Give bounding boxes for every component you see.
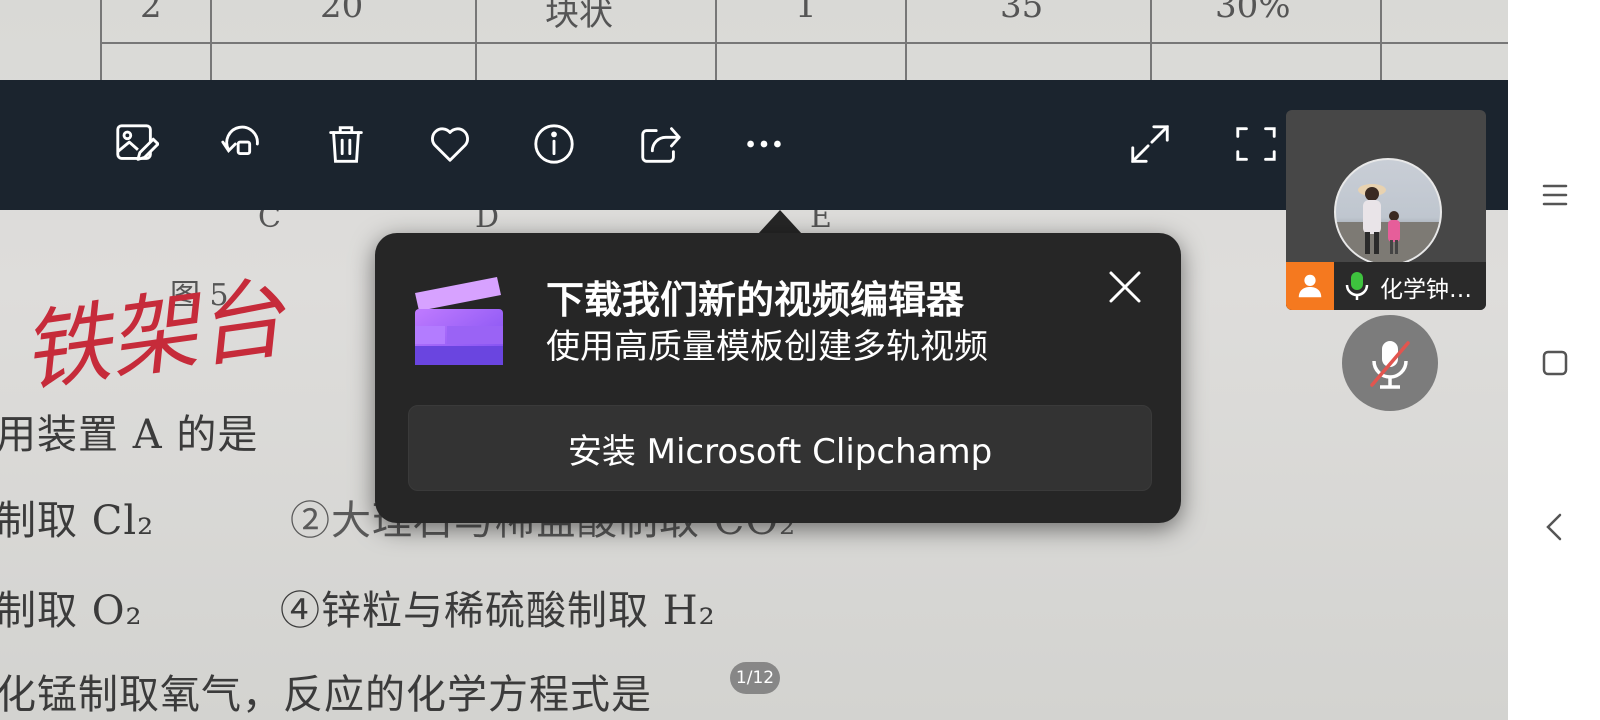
expand-icon <box>1131 125 1169 163</box>
participant-info-bar: 化学钟… <box>1286 262 1486 310</box>
microphone-muted-icon <box>1370 341 1410 389</box>
delete-button[interactable] <box>318 116 374 172</box>
share-icon <box>641 127 681 163</box>
table-gridline <box>210 0 212 80</box>
home-icon[interactable] <box>1538 346 1572 380</box>
question-line: 用装置 A 的是 <box>0 412 259 458</box>
page-indicator: 1/12 <box>730 662 780 694</box>
mute-microphone-button[interactable] <box>1342 315 1438 411</box>
table-gridline <box>1380 0 1382 80</box>
microphone-icon <box>1345 272 1369 300</box>
delete-icon <box>329 126 363 163</box>
info-icon <box>534 124 574 164</box>
table-gridline <box>100 0 102 80</box>
flyout-pointer <box>758 210 802 234</box>
table-cell: 30% <box>1215 0 1291 26</box>
favorite-button[interactable] <box>422 116 478 172</box>
install-clipchamp-button[interactable]: 安装 Microsoft Clipchamp <box>408 405 1152 491</box>
table-cell: 2 <box>140 0 162 26</box>
back-icon[interactable] <box>1538 510 1572 544</box>
system-nav-bar <box>1508 0 1600 720</box>
table-cell: 35 <box>1000 0 1044 26</box>
rotate-icon <box>221 125 259 156</box>
host-badge <box>1286 262 1334 310</box>
table-cell: 1 <box>795 0 817 26</box>
clipchamp-promo-flyout: 下载我们新的视频编辑器 使用高质量模板创建多轨视频 安装 Microsoft C… <box>375 233 1181 523</box>
participant-video-tile[interactable]: 化学钟… <box>1286 110 1486 310</box>
fullscreen-button[interactable] <box>1228 116 1284 172</box>
question-line: ④锌粒与稀硫酸制取 H₂ <box>280 588 716 634</box>
flyout-title: 下载我们新的视频编辑器 <box>546 278 965 322</box>
question-line: 化锰制取氧气，反应的化学方程式是 <box>0 672 652 718</box>
avatar <box>1334 158 1442 266</box>
share-button[interactable] <box>632 116 688 172</box>
table-cell: 块状 <box>545 0 613 34</box>
handwritten-answer: 铁架台 <box>15 266 291 405</box>
more-options-button[interactable] <box>736 116 792 172</box>
more-icon <box>747 140 781 148</box>
favorite-icon <box>431 127 469 162</box>
clipchamp-logo-icon <box>415 277 503 365</box>
question-line: 制取 O₂ <box>0 588 143 634</box>
table-gridline <box>475 0 477 80</box>
recent-apps-icon[interactable] <box>1538 178 1572 212</box>
fullscreen-icon <box>1236 127 1276 161</box>
table-gridline <box>100 42 1508 44</box>
rotate-button[interactable] <box>214 116 270 172</box>
table-gridline <box>905 0 907 80</box>
table-gridline <box>1150 0 1152 80</box>
close-icon[interactable] <box>1105 267 1145 307</box>
flyout-subtitle: 使用高质量模板创建多轨视频 <box>546 327 988 367</box>
table-gridline <box>715 0 717 80</box>
edit-image-button[interactable] <box>108 116 164 172</box>
person-icon <box>1298 274 1322 298</box>
table-cell: 20 <box>320 0 364 26</box>
expand-button[interactable] <box>1122 116 1178 172</box>
question-line: 制取 Cl₂ <box>0 498 155 544</box>
photo-viewer-toolbar <box>0 80 1508 210</box>
avatar-photo-icon <box>1336 184 1440 264</box>
edit-image-icon <box>116 124 159 161</box>
info-button[interactable] <box>526 116 582 172</box>
participant-name: 化学钟… <box>1380 277 1472 303</box>
